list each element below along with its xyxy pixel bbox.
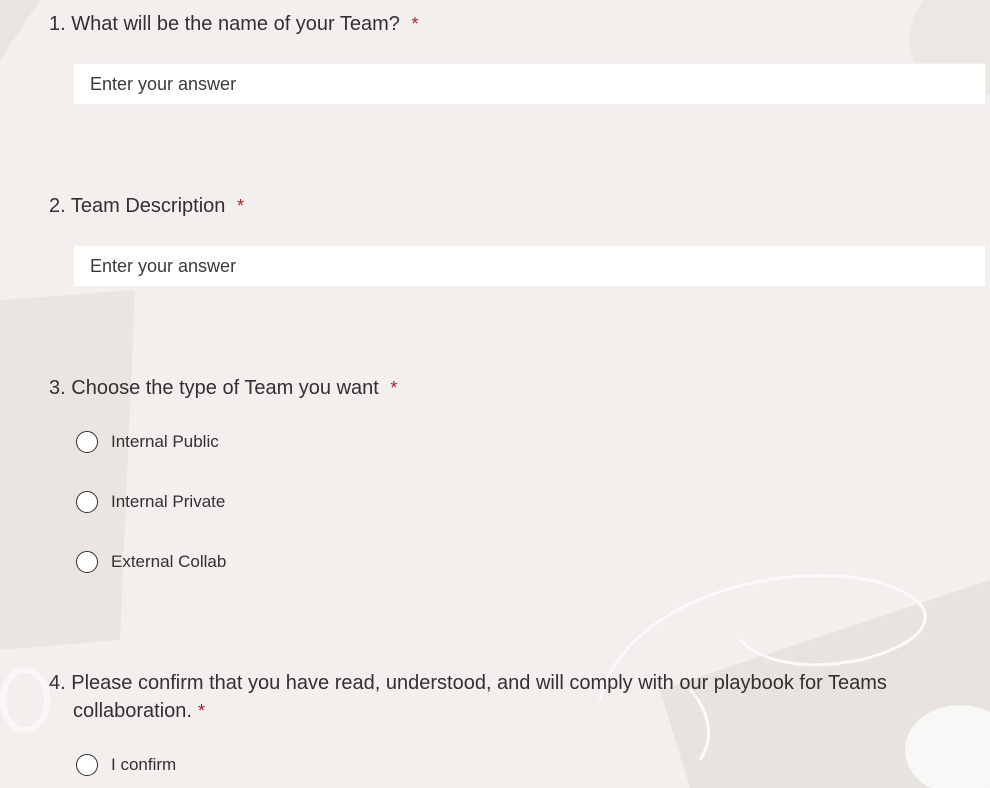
question-text: Choose the type of Team you want	[71, 377, 379, 399]
radio-option-i-confirm[interactable]: I confirm	[76, 752, 176, 778]
radio-label: External Collab	[111, 552, 227, 571]
required-marker: *	[236, 196, 244, 216]
required-marker: *	[390, 378, 398, 398]
radio-label: I confirm	[111, 755, 177, 774]
question-number: 4.	[49, 672, 66, 694]
question-text: Team Description	[70, 195, 226, 217]
question-number: 3.	[49, 377, 66, 399]
question-1-title: 1. What will be the name of your Team? *	[49, 10, 419, 38]
radio-option-external-collab[interactable]: External Collab	[76, 549, 226, 575]
question-3-title: 3. Choose the type of Team you want *	[49, 374, 397, 402]
radio-option-internal-public[interactable]: Internal Public	[76, 429, 219, 455]
radio-button[interactable]	[76, 754, 98, 776]
radio-option-internal-private[interactable]: Internal Private	[76, 489, 225, 515]
radio-button[interactable]	[76, 491, 98, 513]
radio-button[interactable]	[76, 551, 98, 573]
team-description-input[interactable]	[73, 245, 986, 287]
radio-label: Internal Public	[111, 432, 219, 451]
question-number: 1.	[49, 13, 66, 35]
required-marker: *	[411, 14, 419, 34]
question-text: Please confirm that you have read, under…	[71, 672, 887, 722]
question-4-title: 4. Please confirm that you have read, un…	[49, 669, 983, 725]
radio-label: Internal Private	[111, 492, 226, 511]
question-2-title: 2. Team Description *	[49, 192, 244, 220]
question-number: 2.	[49, 195, 66, 217]
question-text: What will be the name of your Team?	[71, 13, 400, 35]
team-name-input[interactable]	[73, 63, 986, 105]
radio-button[interactable]	[76, 431, 98, 453]
required-marker: *	[197, 701, 205, 721]
